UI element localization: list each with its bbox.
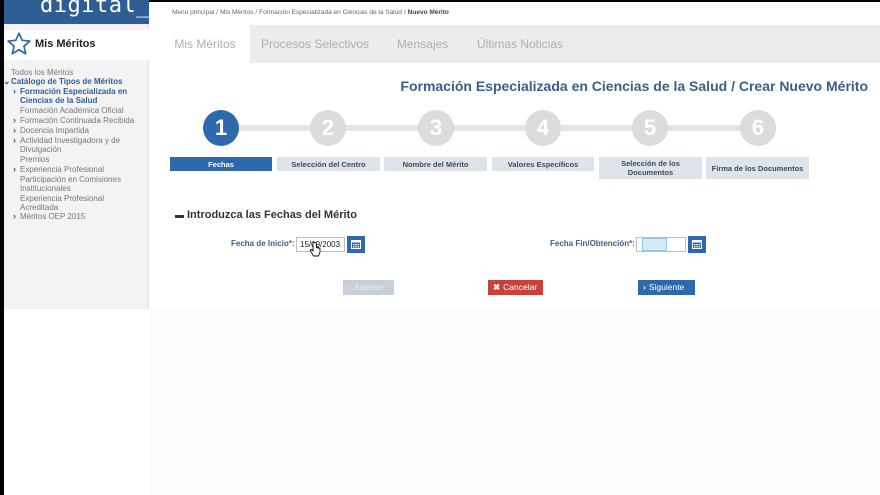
- tree-item-docencia[interactable]: Docencia Impartida: [20, 126, 89, 135]
- chevron-right-icon[interactable]: ›: [13, 87, 16, 96]
- tree-item-formacion-continuada[interactable]: Formación Continuada Recibida: [20, 116, 134, 125]
- cancel-button[interactable]: ✖ Cancelar: [488, 280, 543, 295]
- chevron-right-icon[interactable]: ›: [13, 136, 16, 145]
- breadcrumb-item[interactable]: Formación Especializada en Ciencias de l…: [259, 9, 402, 16]
- wizard-step-5[interactable]: 5: [632, 110, 668, 146]
- end-date-input-focus: [642, 238, 667, 251]
- tree-item-formacion-especializada[interactable]: Formación Especializada en Ciencias de l…: [20, 87, 146, 105]
- breadcrumb: Menú principal / Mis Méritos / Formación Esp…: [172, 9, 449, 16]
- previous-button[interactable]: ‹ Anterior: [343, 280, 394, 295]
- breadcrumb-item[interactable]: Menú principal: [172, 9, 214, 16]
- tree-item-all[interactable]: Todos los Méritos: [11, 68, 73, 77]
- next-button-label: Siguiente: [648, 282, 685, 292]
- tab-ultimas-noticias[interactable]: Últimas Noticias: [470, 25, 570, 63]
- cancel-button-label: Cancelar: [503, 282, 538, 292]
- tab-mensajes[interactable]: Mensajes: [385, 25, 460, 63]
- section-title: Introduzca las Fechas del Mérito: [187, 209, 357, 221]
- sidebar: Mis Méritos Todos los Méritos ⌄ Catálogo…: [3, 24, 149, 309]
- tree-item-participacion-comisiones[interactable]: Participación en Comisiones Instituciona…: [20, 175, 135, 193]
- content-background: [150, 309, 880, 495]
- tab-bar: Mis Méritos Procesos Selectivos Mensajes…: [160, 25, 880, 63]
- chevron-right-icon[interactable]: ›: [13, 165, 16, 174]
- logo[interactable]: digital_: [4, 0, 149, 24]
- breadcrumb-separator: /: [216, 9, 219, 16]
- page-title: Formación Especializada en Ciencias de l…: [400, 78, 868, 94]
- collapse-icon[interactable]: [175, 215, 184, 218]
- start-date-calendar-button[interactable]: [347, 236, 365, 253]
- wizard-step-label-valores[interactable]: Valores Específicos: [492, 157, 594, 171]
- wizard-step-6[interactable]: 6: [740, 110, 776, 146]
- chevron-right-icon[interactable]: ›: [13, 212, 16, 221]
- previous-button-label: Anterior: [353, 282, 384, 292]
- breadcrumb-item[interactable]: Mis Méritos: [220, 9, 253, 16]
- close-icon: ✖: [493, 282, 501, 292]
- star-icon: [7, 32, 31, 55]
- chevron-right-icon: ›: [643, 282, 646, 292]
- tree-item-meritos-oep[interactable]: Méritos OEP 2015: [20, 212, 85, 221]
- tree-item-experiencia-profesional[interactable]: Experiencia Profesional: [20, 165, 104, 174]
- sidebar-header: Mis Méritos: [4, 30, 149, 60]
- wizard-step-2[interactable]: 2: [310, 110, 346, 146]
- next-button[interactable]: › Siguiente: [638, 280, 695, 295]
- breadcrumb-separator: /: [255, 9, 258, 16]
- tree-item-premios[interactable]: Premios: [20, 155, 49, 164]
- tree-item-experiencia-acreditada[interactable]: Experiencia Profesional Acreditada: [20, 194, 130, 212]
- wizard-step-3[interactable]: 3: [418, 110, 454, 146]
- wizard-step-label-nombre[interactable]: Nombre del Mérito: [384, 157, 487, 171]
- tree-item-actividad-investigadora[interactable]: Actividad Investigadora y de Divulgación: [20, 136, 130, 154]
- wizard-progress-line: [222, 125, 758, 131]
- end-date-label: Fecha Fin/Obtención*:: [550, 239, 635, 248]
- breadcrumb-current: Nuevo Mérito: [407, 9, 449, 16]
- logo-text: digital_: [40, 0, 149, 18]
- wizard-step-label-fechas[interactable]: Fechas: [170, 157, 272, 171]
- sidebar-title: Mis Méritos: [35, 38, 96, 50]
- calendar-icon: [351, 240, 361, 249]
- hand-cursor-icon: [309, 242, 321, 257]
- chevron-down-icon[interactable]: ⌄: [3, 77, 11, 86]
- tree-item-catalog[interactable]: Catálogo de Tipos de Méritos: [11, 77, 122, 86]
- tab-procesos-selectivos[interactable]: Procesos Selectivos: [255, 25, 375, 63]
- breadcrumb-separator: /: [403, 9, 406, 16]
- end-date-calendar-button[interactable]: [688, 236, 706, 253]
- calendar-icon: [692, 240, 702, 249]
- wizard-step-label-firma[interactable]: Firma de los Documentos: [706, 157, 809, 179]
- chevron-right-icon[interactable]: ›: [13, 126, 16, 135]
- start-date-label: Fecha de Inicio*:: [231, 239, 295, 248]
- chevron-right-icon[interactable]: ›: [13, 116, 16, 125]
- wizard-step-label-documentos[interactable]: Selección de los Documentos: [599, 157, 702, 179]
- wizard-step-4[interactable]: 4: [525, 110, 561, 146]
- chevron-left-icon: ‹: [348, 282, 351, 292]
- wizard-step-label-centro[interactable]: Selección del Centro: [277, 157, 380, 171]
- tree-item-formacion-academica[interactable]: Formación Académica Oficial: [20, 106, 124, 115]
- tab-mis-meritos[interactable]: Mis Méritos: [160, 25, 250, 63]
- wizard-step-1[interactable]: 1: [203, 110, 239, 146]
